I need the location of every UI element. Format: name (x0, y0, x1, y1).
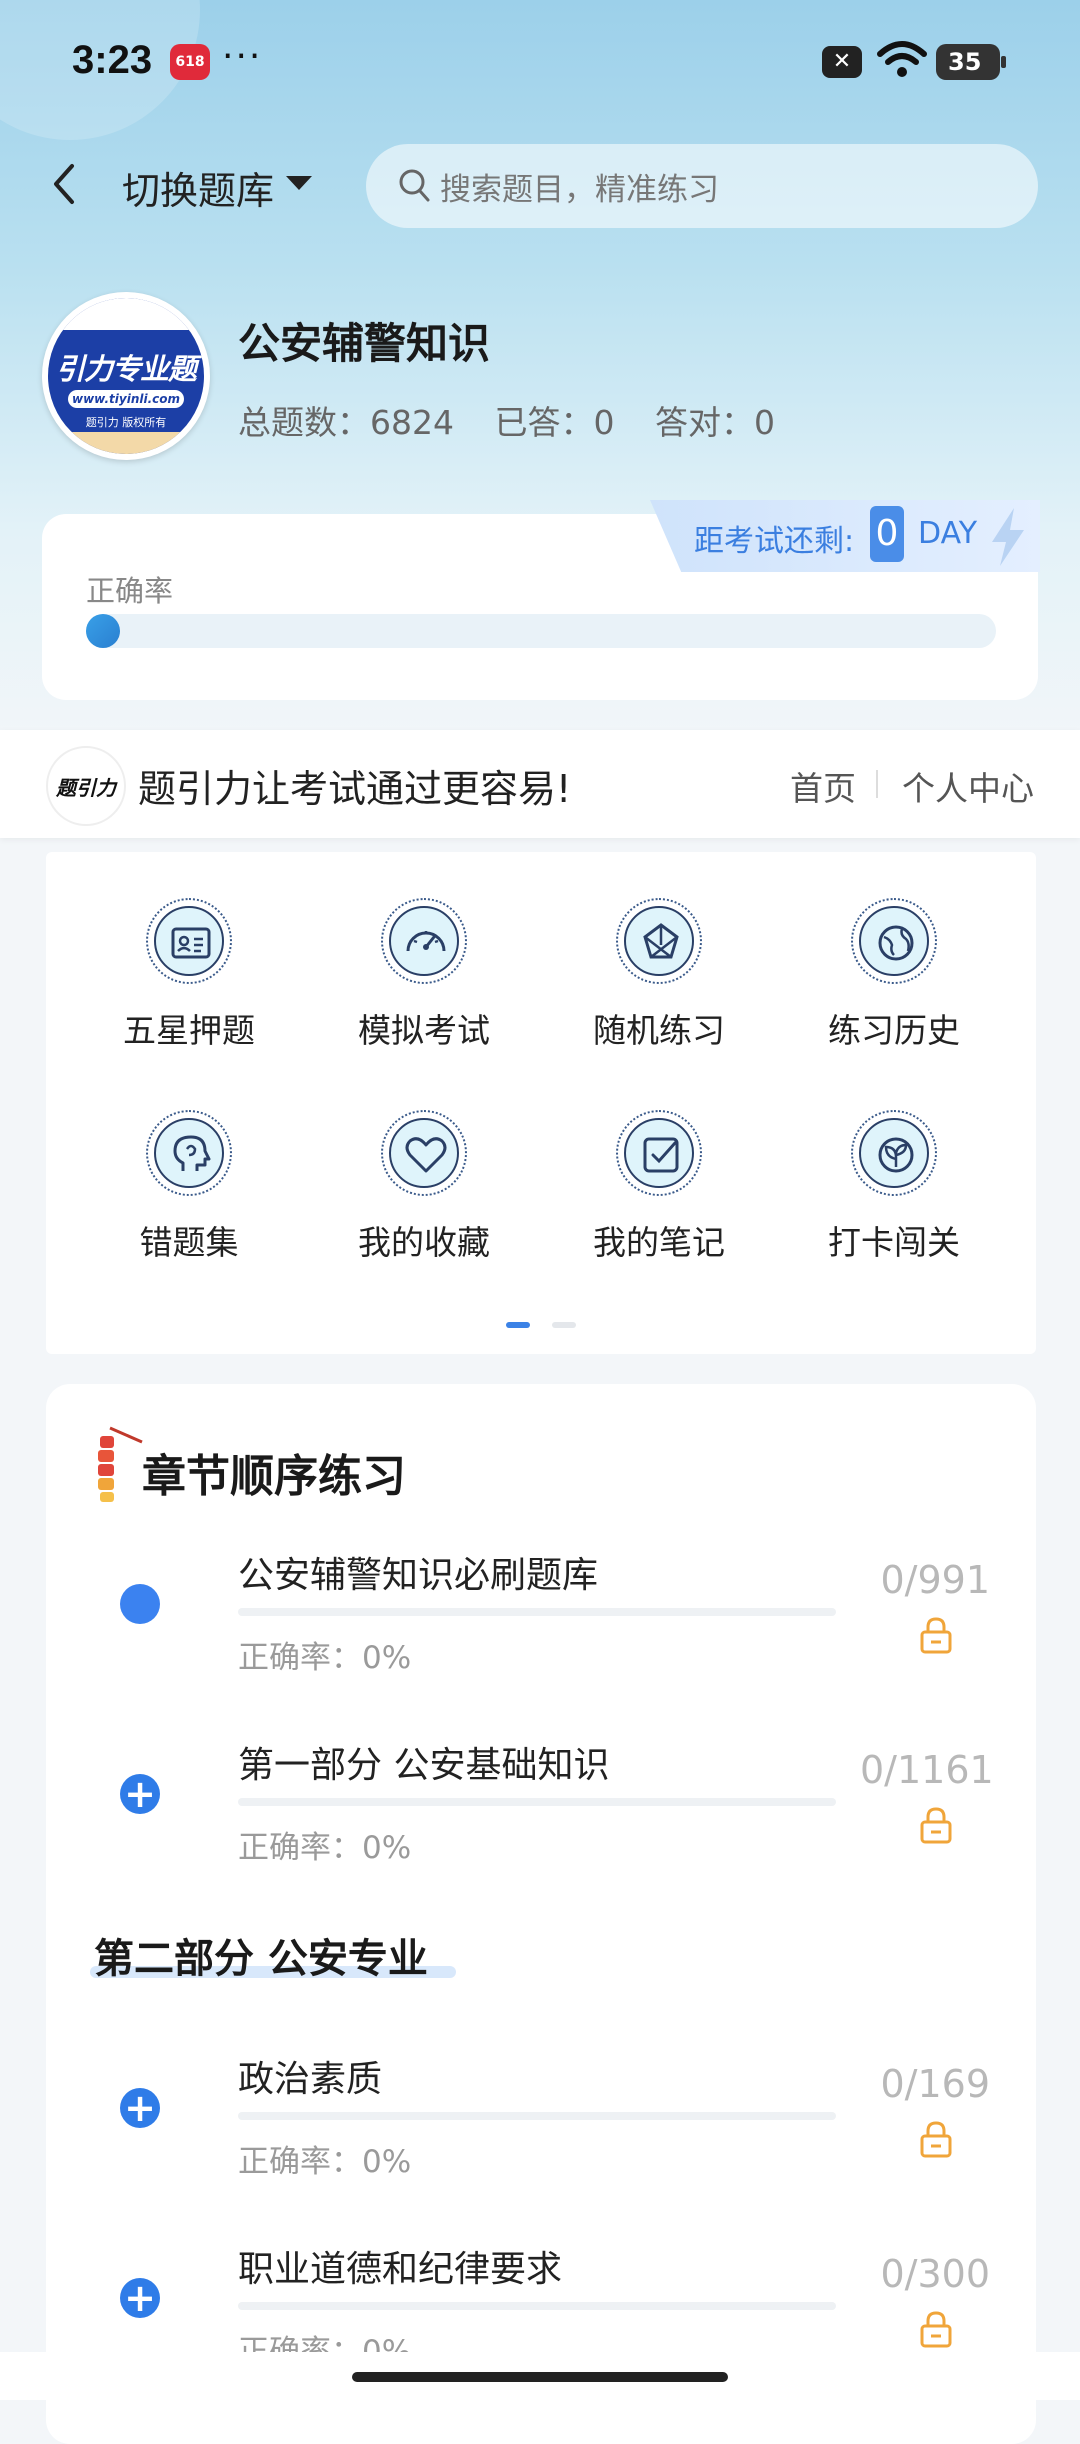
chapter-row[interactable]: 公安辅警知识必刷题库 正确率：0% 0/991 (0, 1546, 1080, 1706)
grid-item-label: 随机练习 (593, 1011, 725, 1050)
grid-item-notes[interactable]: 我的笔记 (544, 1110, 774, 1280)
lock-icon[interactable] (918, 2310, 954, 2348)
search-input[interactable]: 搜索题目，精准练习 (366, 144, 1038, 228)
grid-item-practice-history[interactable]: 练习历史 (779, 898, 1009, 1068)
grid-item-mock-exam[interactable]: 模拟考试 (309, 898, 539, 1068)
chapter-count: 0/991 (880, 1558, 990, 1602)
back-arrow-icon[interactable] (44, 158, 84, 210)
grid-item-label: 错题集 (139, 1223, 239, 1262)
nav-personal-center-link[interactable]: 个人中心 (902, 762, 1034, 810)
chapter-accuracy: 正确率：0% (238, 2144, 412, 2180)
chapter-section-title: 章节顺序练习 (142, 1451, 406, 1502)
chapter-count: 0/1161 (860, 1748, 994, 1792)
search-placeholder[interactable]: 搜索题目，精准练习 (440, 164, 719, 209)
wifi-icon (877, 41, 927, 77)
nav-home-link[interactable]: 首页 (790, 762, 856, 810)
accuracy-progress-knob (86, 614, 120, 648)
grid-item-random-practice[interactable]: 随机练习 (544, 898, 774, 1068)
grid-item-label: 我的收藏 (358, 1223, 490, 1262)
accuracy-label: 正确率 (86, 574, 174, 608)
chapter-progress-track (238, 2302, 836, 2310)
stat-correct: 答对：0 (654, 403, 775, 442)
switch-bank-button[interactable]: 切换题库 (122, 160, 274, 215)
brand-logo: 题引力 (46, 746, 126, 826)
lock-icon[interactable] (918, 1806, 954, 1844)
pager-dot[interactable] (552, 1322, 576, 1328)
chapter-progress-track (238, 1798, 836, 1806)
grid-item-favorites[interactable]: 我的收藏 (309, 1110, 539, 1280)
grid-item-label: 我的笔记 (593, 1223, 725, 1262)
grid-item-five-star[interactable]: 五星押题 (74, 898, 304, 1068)
random-icon (616, 898, 702, 984)
chapter-title[interactable]: 职业道德和纪律要求 (238, 2240, 562, 2292)
lightning-icon (992, 508, 1024, 566)
lock-icon[interactable] (918, 1616, 954, 1654)
chapter-count: 0/300 (880, 2252, 990, 2296)
countdown-label: 距考试还剩: (694, 524, 855, 559)
status-bar: 3:23 618 ··· ✕ 35 (0, 0, 1080, 120)
logo-copyright-text: 题引力 版权所有 (85, 416, 167, 429)
course-logo: 引力专业题 www.tiyinli.com 题引力 版权所有 (42, 292, 210, 460)
grid-item-label: 打卡闯关 (828, 1223, 960, 1262)
course-title: 公安辅警知识 (238, 319, 491, 368)
note-check-icon (616, 1110, 702, 1196)
nav-divider (876, 770, 878, 798)
grid-item-label: 练习历史 (828, 1011, 960, 1050)
head-icon (146, 1110, 232, 1196)
logo-url-text: www.tiyinli.com (68, 390, 184, 408)
heart-icon (381, 1110, 467, 1196)
search-icon (399, 169, 430, 202)
exam-countdown: 距考试还剩: 0 DAY (650, 500, 1040, 572)
lock-icon[interactable] (918, 2120, 954, 2158)
chapter-accuracy: 正确率：0% (238, 1640, 412, 1676)
chapter-count: 0/169 (880, 2062, 990, 2106)
firecracker-icon (98, 1426, 143, 1502)
chapter-title[interactable]: 政治素质 (238, 2050, 382, 2102)
subsection-title: 第二部分 公安专业 (94, 1936, 428, 1982)
countdown-unit: DAY (918, 516, 978, 551)
chapter-title[interactable]: 第一部分 公安基础知识 (238, 1736, 609, 1788)
chapter-row[interactable]: + 第一部分 公安基础知识 正确率：0% 0/1161 (0, 1736, 1080, 1896)
countdown-value: 0 (870, 506, 904, 562)
status-time: 3:23 (72, 38, 153, 82)
gauge-icon (381, 898, 467, 984)
stat-answered: 已答：0 (494, 403, 615, 442)
banner-slogan: 题引力让考试通过更容易! (138, 767, 572, 811)
chapter-progress-track (238, 1608, 836, 1616)
course-stats: 总题数：6824 已答：0 答对：0 (238, 396, 805, 444)
grid-item-check-in[interactable]: 打卡闯关 (779, 1110, 1009, 1280)
caret-down-icon[interactable] (286, 176, 312, 190)
expand-plus-icon[interactable]: + (120, 2278, 160, 2318)
app-618-badge-icon: 618 (170, 44, 210, 80)
chapter-accuracy: 正确率：0% (238, 1830, 412, 1866)
stat-total: 总题数：6824 (238, 403, 454, 442)
chapter-bullet-icon (120, 1584, 160, 1624)
accuracy-progress-track (86, 614, 996, 648)
home-indicator[interactable] (352, 2372, 728, 2382)
globe-icon (851, 898, 937, 984)
chapter-title[interactable]: 公安辅警知识必刷题库 (238, 1546, 598, 1598)
close-notification-icon: ✕ (822, 46, 862, 78)
grid-item-label: 模拟考试 (358, 1011, 490, 1050)
battery-icon: 35 (936, 44, 1006, 80)
logo-brand-text: 引力专业题 (55, 352, 197, 386)
expand-plus-icon[interactable]: + (120, 2088, 160, 2128)
expand-plus-icon[interactable]: + (120, 1774, 160, 1814)
id-card-icon (146, 898, 232, 984)
grid-item-label: 五星押题 (123, 1011, 255, 1050)
grid-item-wrong-questions[interactable]: 错题集 (74, 1110, 304, 1280)
pager-dot-active[interactable] (506, 1322, 530, 1328)
more-notifications-icon: ··· (222, 36, 263, 77)
slogan-banner: 题引力 题引力让考试通过更容易! 首页 个人中心 (0, 730, 1080, 838)
chapter-progress-track (238, 2112, 836, 2120)
chapter-row[interactable]: + 政治素质 正确率：0% 0/169 (0, 2050, 1080, 2210)
leaf-icon (851, 1110, 937, 1196)
